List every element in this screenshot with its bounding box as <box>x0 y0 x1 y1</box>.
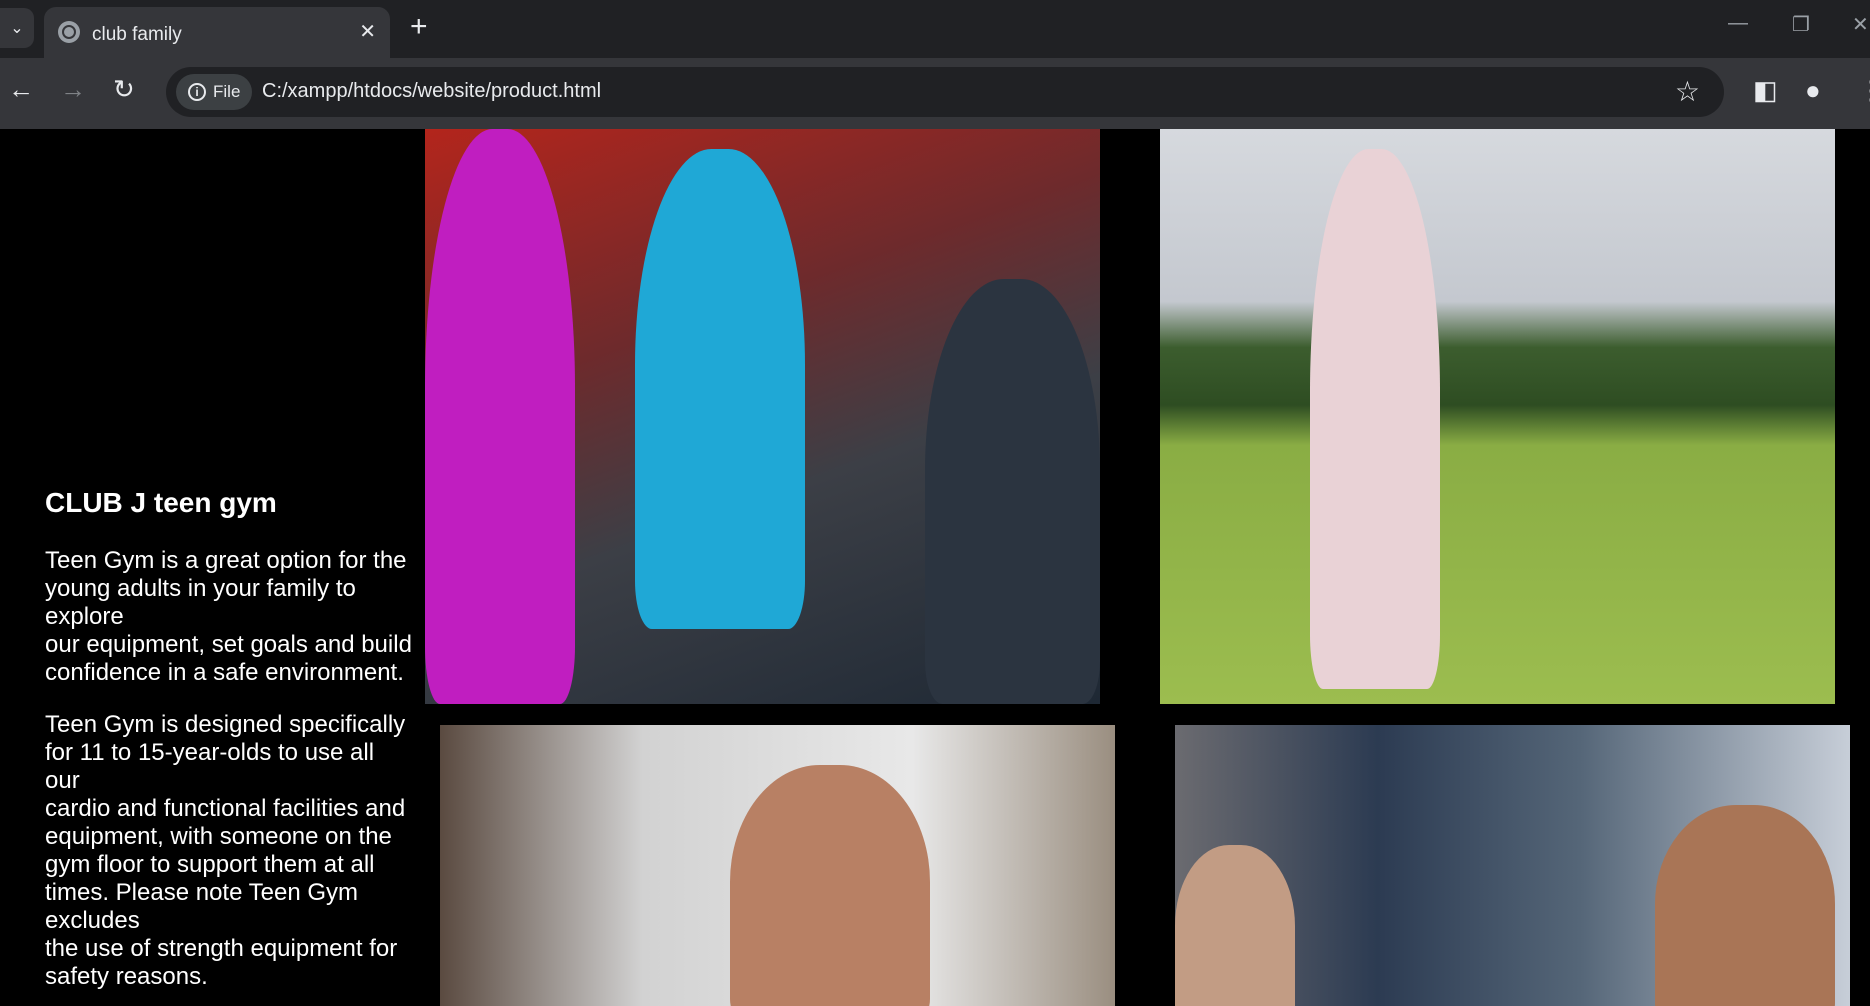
profile-icon[interactable]: ● <box>1805 75 1821 106</box>
back-arrow-icon[interactable]: ← <box>8 74 34 104</box>
bookmark-star-icon[interactable]: ☆ <box>1675 75 1700 108</box>
file-label: File <box>213 82 241 101</box>
page-title: CLUB J teen gym <box>45 487 277 518</box>
details-paragraph: Teen Gym is designed specifically for 11… <box>45 711 406 990</box>
tab-title: club family <box>92 24 182 45</box>
forward-arrow-icon[interactable]: → <box>60 74 86 104</box>
restore-icon[interactable]: ❐ <box>1792 12 1810 37</box>
close-window-icon[interactable]: ✕ <box>1852 12 1869 37</box>
info-icon: i <box>188 83 206 101</box>
intro-paragraph: Teen Gym is a great option for the young… <box>45 547 412 686</box>
gym-teens-photo <box>1175 725 1850 1006</box>
tab-search-button[interactable]: ⌄ <box>0 8 34 48</box>
new-tab-button[interactable]: + <box>410 12 428 42</box>
browser-toolbar: ← → ↻ i File C:/xampp/htdocs/website/pro… <box>0 58 1870 129</box>
reload-icon[interactable]: ↻ <box>113 74 135 104</box>
close-tab-icon[interactable]: ✕ <box>359 19 376 44</box>
menu-dots-icon[interactable]: ⋮ <box>1858 75 1870 106</box>
page-content: CLUB J teen gym Teen Gym is a great opti… <box>0 129 1870 1006</box>
minimize-icon[interactable]: — <box>1728 12 1748 35</box>
site-info-chip[interactable]: i File <box>176 74 253 110</box>
product-description: CLUB J teen gym Teen Gym is a great opti… <box>45 487 415 1006</box>
teen-boy-photo <box>440 725 1115 1006</box>
address-bar[interactable]: i File C:/xampp/htdocs/website/product.h… <box>166 67 1724 117</box>
globe-icon <box>58 21 80 43</box>
golf-photo <box>1160 129 1835 704</box>
browser-tab-strip: ⌄ club family ✕ + — ❐ ✕ <box>0 0 1870 58</box>
side-panel-icon[interactable]: ◧ <box>1753 75 1778 106</box>
treadmill-photo <box>425 129 1100 704</box>
active-tab[interactable]: club family ✕ <box>44 7 390 58</box>
url-text[interactable]: C:/xampp/htdocs/website/product.html <box>262 80 601 103</box>
